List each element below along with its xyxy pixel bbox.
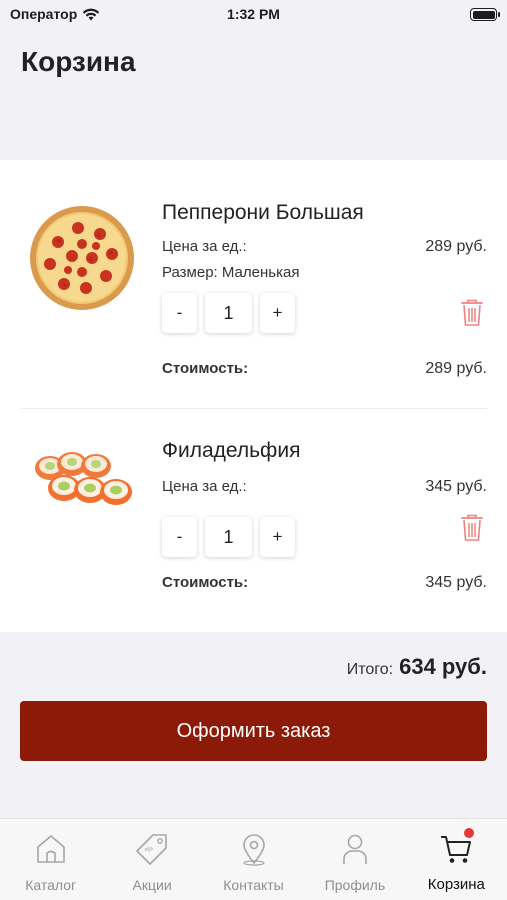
cost-label: Стоимость: [162,360,249,377]
tag-icon: % [136,834,167,865]
tab-catalog[interactable]: Каталог [0,819,101,900]
cart-item: Пепперони Большая Цена за ед.: 289 руб. … [0,160,507,396]
cost-label: Стоимость: [162,574,249,591]
tab-label: Акции [132,877,172,893]
checkout-button[interactable]: Оформить заказ [20,701,487,761]
decrease-button[interactable]: - [162,517,197,557]
tab-profile[interactable]: Профиль [304,819,405,900]
tab-promotions[interactable]: % Акции [101,819,202,900]
tab-label: Каталог [25,877,77,893]
quantity-stepper: - 1 + [162,293,295,333]
total-value: 634 руб. [399,654,487,679]
tab-contacts[interactable]: Контакты [203,819,304,900]
trash-icon[interactable] [461,299,483,327]
svg-text:%: % [143,843,155,855]
quantity-stepper: - 1 + [162,517,295,557]
cart-list: Пепперони Большая Цена за ед.: 289 руб. … [0,160,507,632]
tab-label: Профиль [324,877,386,893]
pizza-image [30,206,134,310]
home-icon [36,835,65,863]
cost-value: 345 руб. [425,574,487,591]
total-label: Итого: [346,661,394,678]
unit-price-label: Цена за ед.: [162,478,247,495]
decrease-button[interactable]: - [162,293,197,333]
cost-value: 289 руб. [425,360,487,377]
product-name: Пепперони Большая [162,201,364,224]
unit-price-label: Цена за ед.: [162,238,247,255]
unit-price-value: 345 руб. [425,478,487,495]
quantity-value: 1 [205,517,252,557]
status-bar: Оператор 1:32 PM [0,0,507,30]
location-pin-icon [242,834,265,866]
increase-button[interactable]: + [260,517,295,557]
increase-button[interactable]: + [260,293,295,333]
tab-label: Контакты [223,877,284,893]
product-name: Филадельфия [162,439,301,462]
trash-icon[interactable] [461,514,483,542]
cart-item: Филадельфия Цена за ед.: 345 руб. - 1 + … [0,410,507,632]
item-divider [20,408,487,409]
tab-label: Корзина [427,876,485,893]
sushi-rolls-image [35,452,132,505]
tab-cart[interactable]: Корзина [406,819,507,900]
unit-price-value: 289 руб. [425,238,487,255]
tab-bar: Каталог % Акции Контакты Профиль Корзина [0,818,507,900]
page-title: Корзина [21,46,136,77]
order-total: Итого: 634 руб. [347,654,487,680]
battery-icon [470,8,500,21]
size-text: Размер: Маленькая [162,264,300,281]
quantity-value: 1 [205,293,252,333]
status-time: 1:32 PM [227,6,280,22]
person-icon [343,834,367,864]
